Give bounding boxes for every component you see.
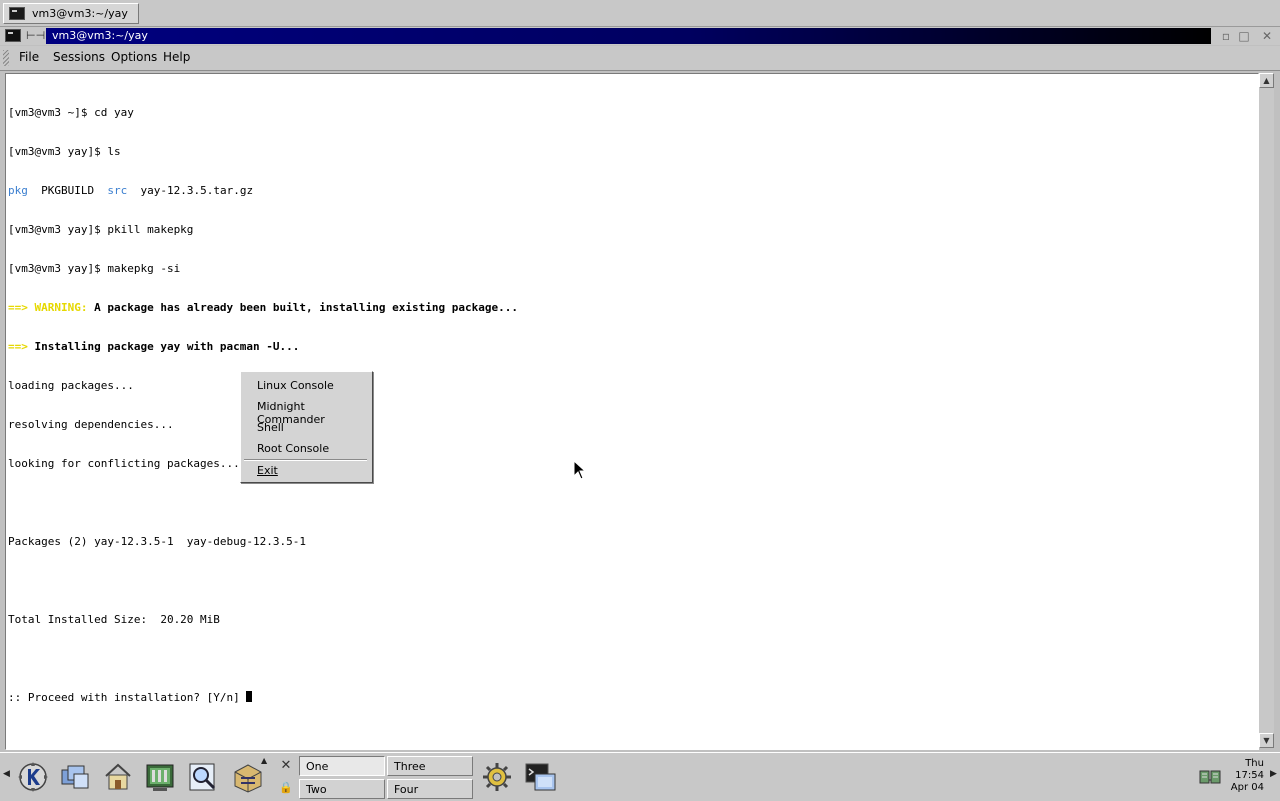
terminal-line: Total Installed Size: 20.20 MiB	[8, 613, 220, 626]
menu-item-linux-console[interactable]: Linux Console	[257, 379, 334, 392]
minimize-icon[interactable]: ▫	[1218, 28, 1234, 44]
menu-item-root-console[interactable]: Root Console	[257, 442, 329, 455]
proceed-prompt: :: Proceed with installation? [Y/n]	[8, 691, 247, 704]
terminal-line: Packages (2) yay-12.3.5-1 yay-debug-12.3…	[8, 535, 307, 548]
clock[interactable]: Thu 17:54 Apr 04	[1226, 758, 1264, 794]
window-menu-icon[interactable]	[5, 29, 21, 42]
ls-dir-pkg: pkg	[8, 184, 28, 197]
menubar-grip[interactable]	[3, 50, 9, 66]
warning-prefix: ==> WARNING:	[8, 301, 88, 314]
lock-screen-icon[interactable]: 🔒	[278, 780, 294, 796]
menu-separator	[244, 459, 367, 461]
settings-gear-icon[interactable]	[480, 760, 514, 794]
menu-help[interactable]: Help	[163, 50, 190, 64]
close-icon[interactable]: ✕	[1259, 28, 1275, 44]
menu-item-exit[interactable]: Exit	[257, 464, 278, 477]
bottom-panel: ◀ ▲ ✕ 🔒 One Two Three Four Thu 17:54 Apr…	[0, 752, 1280, 801]
panel-hide-right-icon[interactable]: ▶	[1270, 769, 1277, 779]
clock-day: Thu	[1245, 758, 1264, 769]
scroll-up-button[interactable]: ▲	[1259, 73, 1274, 88]
terminal-scrollbar[interactable]: ▲ ▼	[1259, 73, 1274, 748]
ls-file-tar: yay-12.3.5.tar.gz	[127, 184, 254, 197]
terminal-line: [vm3@vm3 yay]$ pkill makepkg	[8, 223, 194, 236]
terminal-line: [vm3@vm3 ~]$ cd yay	[8, 106, 134, 119]
k-menu-icon[interactable]	[16, 760, 50, 794]
terminal-line: [vm3@vm3 yay]$ makepkg -si	[8, 262, 181, 275]
terminal-prompt-line: :: Proceed with installation? [Y/n]	[8, 691, 518, 704]
ls-file-pkgbuild: PKGBUILD	[27, 184, 108, 197]
install-prefix: ==>	[8, 340, 28, 353]
menu-options[interactable]: Options	[111, 50, 157, 64]
top-taskbar: vm3@vm3:~/yay	[0, 0, 1280, 27]
terminal-view[interactable]: [vm3@vm3 ~]$ cd yay [vm3@vm3 yay]$ ls pk…	[5, 73, 1259, 750]
sticky-pin-icon[interactable]: ⊢⊣	[26, 29, 45, 42]
scroll-down-button[interactable]: ▼	[1259, 733, 1274, 748]
close-desktop-icon[interactable]: ✕	[278, 758, 294, 774]
taskbar-window-button[interactable]: vm3@vm3:~/yay	[3, 3, 139, 24]
session-context-menu: Linux Console Midnight Commander Shell R…	[240, 371, 373, 483]
desktop-one[interactable]: One	[299, 756, 385, 776]
menu-sessions[interactable]: Sessions	[53, 50, 105, 64]
find-files-icon[interactable]	[186, 760, 220, 794]
kcontrol-icon[interactable]	[143, 760, 177, 794]
menubar: File Sessions Options Help	[0, 46, 1280, 71]
desktop-two[interactable]: Two	[299, 779, 385, 799]
mouse-pointer-icon	[573, 460, 587, 480]
window-list-icon[interactable]	[58, 760, 92, 794]
menu-item-shell[interactable]: Shell	[257, 421, 284, 434]
home-folder-icon[interactable]	[101, 760, 135, 794]
desktop-three[interactable]: Three	[387, 756, 473, 776]
terminal-icon	[9, 7, 25, 20]
maximize-icon[interactable]: □	[1236, 28, 1252, 44]
taskbar-window-label: vm3@vm3:~/yay	[32, 7, 128, 20]
warning-text: A package has already been built, instal…	[87, 301, 518, 314]
terminal-line: ==> WARNING: A package has already been …	[8, 301, 518, 314]
ls-dir-src: src	[107, 184, 128, 197]
terminal-line: ==> Installing package yay with pacman -…	[8, 340, 518, 353]
clock-date: Apr 04	[1230, 782, 1264, 793]
desktop-four[interactable]: Four	[387, 779, 473, 799]
terminal-line: [vm3@vm3 yay]$ ls	[8, 145, 121, 158]
panel-hide-left-icon[interactable]: ◀	[3, 769, 10, 779]
panel-menu-arrow-icon[interactable]: ▲	[261, 756, 267, 765]
install-text: Installing package yay with pacman -U...	[27, 340, 300, 353]
window-titlebar[interactable]: ⊢⊣ vm3@vm3:~/yay ▫ □ ✕	[0, 27, 1280, 45]
terminal-line: pkg PKGBUILD src yay-12.3.5.tar.gz	[8, 184, 518, 197]
konsole-icon[interactable]	[523, 760, 557, 794]
text-cursor	[246, 691, 253, 702]
menu-file[interactable]: File	[19, 50, 39, 64]
clock-time: 17:54	[1235, 770, 1264, 781]
network-monitor-icon[interactable]	[1198, 765, 1222, 789]
package-manager-icon[interactable]	[231, 760, 265, 794]
window-title[interactable]: vm3@vm3:~/yay	[46, 28, 1211, 44]
